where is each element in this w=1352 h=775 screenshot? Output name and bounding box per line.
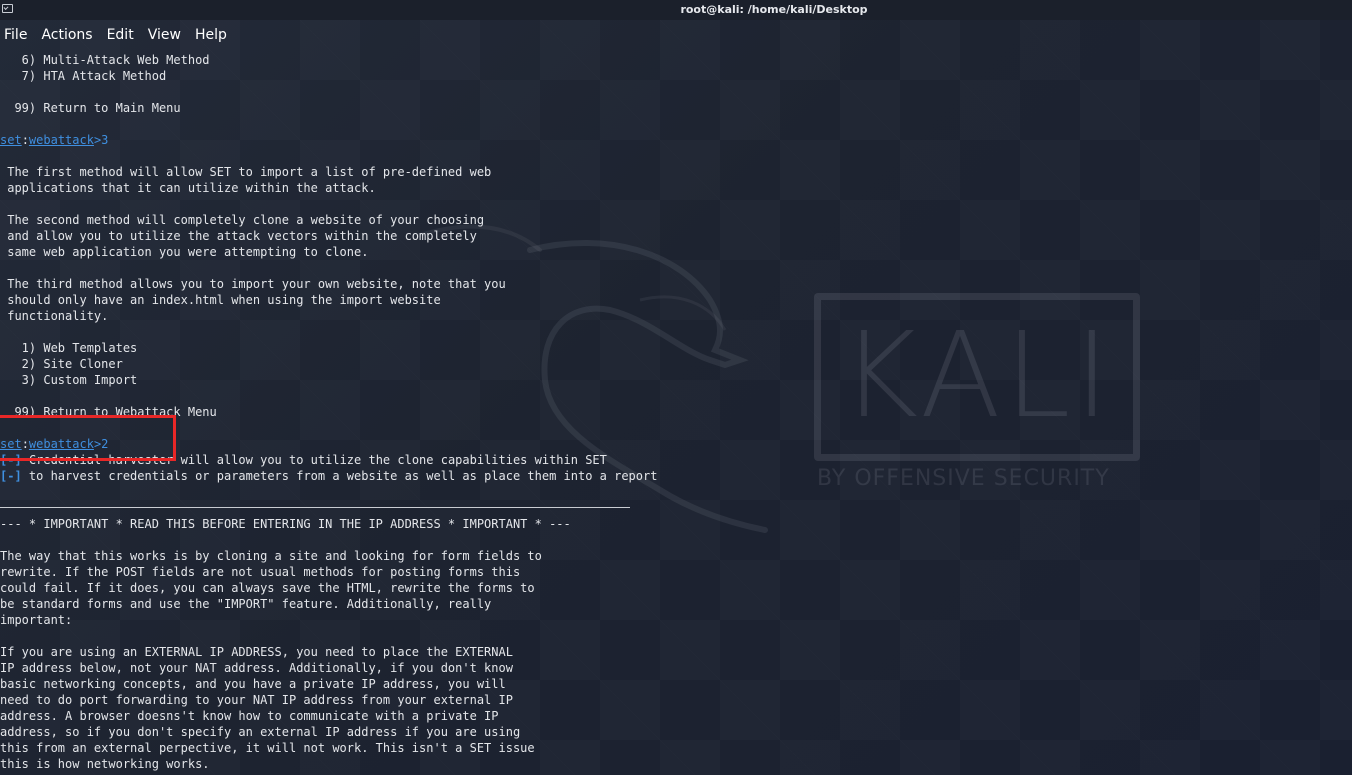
terminal-line-text: this from an external perpective, it wil… [0,741,535,755]
terminal-line: rewrite. If the POST fields are not usua… [0,564,1352,580]
terminal-line: [-] to harvest credentials or parameters… [0,468,1352,484]
terminal-line: should only have an index.html when usin… [0,292,1352,308]
terminal-line-text: 6) Multi-Attack Web Method [0,53,210,67]
terminal-line: 2) Site Cloner [0,356,1352,372]
separator-line [0,500,1352,516]
prompt-set: set [0,133,22,147]
terminal-line: IP address below, not your NAT address. … [0,660,1352,676]
terminal-line-text: Credential harvester will allow you to u… [21,453,607,467]
terminal-line: The way that this works is by cloning a … [0,548,1352,564]
terminal-line-text: address, so if you don't specify an exte… [0,725,521,739]
terminal-line: and allow you to utilize the attack vect… [0,228,1352,244]
terminal-prompt-line: set:webattack>2 [0,436,1352,452]
terminal-line-text: could fail. If it does, you can always s… [0,581,535,595]
terminal-line-text: The first method will allow SET to impor… [0,165,492,179]
window-title: root@kali: /home/kali/Desktop [680,3,868,16]
terminal-line: be standard forms and use the "IMPORT" f… [0,596,1352,612]
terminal-line: The second method will completely clone … [0,212,1352,228]
terminal-line-text: need to do port forwarding to your NAT I… [0,693,513,707]
terminal-line-text: functionality. [0,309,109,323]
terminal-line-text: 99) Return to Webattack Menu [0,405,217,419]
terminal-line-text: applications that it can utilize within … [0,181,376,195]
menu-view[interactable]: View [148,24,181,46]
terminal-line-text: and allow you to utilize the attack vect… [0,229,477,243]
info-bullet: [-] [0,453,22,467]
prompt-module: webattack [28,133,94,147]
terminal-line: applications that it can utilize within … [0,180,1352,196]
terminal-output[interactable]: 6) Multi-Attack Web Method 7) HTA Attack… [0,52,1352,775]
menu-actions[interactable]: Actions [41,24,92,46]
terminal-prompt-line: set:webattack>3 [0,132,1352,148]
terminal-line: [-] Credential harvester will allow you … [0,452,1352,468]
terminal-line: --- * IMPORTANT * READ THIS BEFORE ENTER… [0,516,1352,532]
terminal-line: 7) HTA Attack Method [0,68,1352,84]
terminal-line-text: same web application you were attempting… [0,245,369,259]
terminal-line: functionality. [0,308,1352,324]
terminal-line-text: IP address below, not your NAT address. … [0,661,513,675]
terminal-line: could fail. If it does, you can always s… [0,580,1352,596]
terminal-line-text: address. A browser doesns't know how to … [0,709,499,723]
terminal-line: The first method will allow SET to impor… [0,164,1352,180]
terminal-line: 99) Return to Webattack Menu [0,404,1352,420]
terminal-line: need to do port forwarding to your NAT I… [0,692,1352,708]
terminal-line: address. A browser doesns't know how to … [0,708,1352,724]
terminal-line: this from an external perpective, it wil… [0,740,1352,756]
menu-edit[interactable]: Edit [107,24,134,46]
prompt-colon: : [21,133,29,147]
terminal-line-text: this is how networking works. [0,757,210,771]
terminal-line-text: rewrite. If the POST fields are not usua… [0,565,521,579]
prompt-colon: : [21,437,29,451]
terminal-line-text: The second method will completely clone … [0,213,485,227]
terminal-line: same web application you were attempting… [0,244,1352,260]
terminal-line: this is how networking works. [0,756,1352,772]
terminal-line-text: If you are using an EXTERNAL IP ADDRESS,… [0,645,513,659]
title-bar[interactable]: root@kali: /home/kali/Desktop [0,0,1352,20]
terminal-line-text: The third method allows you to import yo… [0,277,506,291]
prompt-set: set [0,437,22,451]
terminal-line-text: basic networking concepts, and you have … [0,677,506,691]
terminal-line: 99) Return to Main Menu [0,100,1352,116]
terminal-line-text: 1) Web Templates [0,341,138,355]
menu-file[interactable]: File [4,24,27,46]
terminal-line-text: should only have an index.html when usin… [0,293,441,307]
terminal-line: 6) Multi-Attack Web Method [0,52,1352,68]
menu-bar: File Actions Edit View Help [0,24,241,46]
terminal-line: important: [0,612,1352,628]
info-bullet: [-] [0,469,22,483]
menu-help[interactable]: Help [195,24,227,46]
terminal-line: basic networking concepts, and you have … [0,676,1352,692]
terminal-line: If you are using an EXTERNAL IP ADDRESS,… [0,644,1352,660]
terminal-line-text: 99) Return to Main Menu [0,101,181,115]
terminal-line-text: 7) HTA Attack Method [0,69,167,83]
terminal-line: 1) Web Templates [0,340,1352,356]
prompt-module: webattack [28,437,94,451]
terminal-line: address, so if you don't specify an exte… [0,724,1352,740]
terminal-line-text: important: [0,613,73,627]
terminal-line-text: 2) Site Cloner [0,357,123,371]
terminal-line-text: The way that this works is by cloning a … [0,549,542,563]
terminal-line-text: to harvest credentials or parameters fro… [21,469,658,483]
terminal-window: KALI BY OFFENSIVE SECURITY root@kali: /h… [0,0,1352,775]
terminal-line-text: 3) Custom Import [0,373,138,387]
terminal-line: 3) Custom Import [0,372,1352,388]
terminal-line-text: be standard forms and use the "IMPORT" f… [0,597,492,611]
prompt-input: >3 [93,133,109,147]
terminal-line-text: --- * IMPORTANT * READ THIS BEFORE ENTER… [0,517,571,531]
terminal-line: The third method allows you to import yo… [0,276,1352,292]
prompt-input: >2 [93,437,109,451]
